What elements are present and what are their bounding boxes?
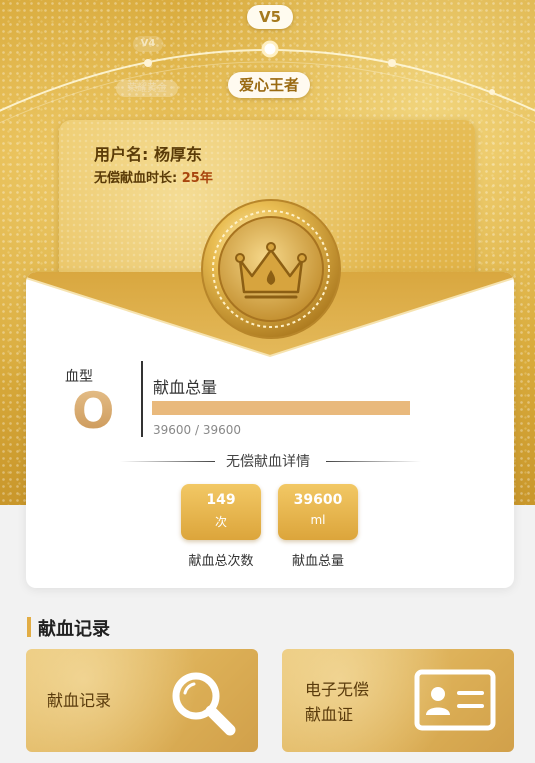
e-certificate-label: 电子无偿 献血证 bbox=[305, 677, 369, 727]
heading-line-right bbox=[326, 461, 421, 462]
level-badge-previous[interactable]: V4 bbox=[133, 36, 163, 52]
progress-fill bbox=[152, 401, 410, 415]
username: 用户名: 杨厚东 bbox=[94, 145, 202, 164]
level-title-current: 爱心王者 bbox=[228, 72, 310, 98]
donation-records-label: 献血记录 bbox=[47, 691, 112, 710]
donation-records-button[interactable]: 献血记录 bbox=[26, 649, 258, 752]
e-certificate-button[interactable]: 电子无偿 献血证 bbox=[282, 649, 514, 752]
level-dot-far bbox=[489, 89, 495, 95]
e-certificate-label-line1: 电子无偿 bbox=[305, 680, 370, 699]
level-title-previous: 荣耀黄金 bbox=[116, 80, 178, 97]
donation-years-label: 无偿献血时长: bbox=[94, 171, 178, 186]
progress-text: 39600 / 39600 bbox=[153, 423, 242, 437]
search-icon bbox=[172, 672, 236, 736]
total-volume-label: 献血总量 bbox=[153, 378, 218, 397]
section-accent-bar bbox=[27, 617, 31, 637]
total-volume-progress bbox=[152, 401, 410, 415]
crown-coin-icon bbox=[201, 199, 341, 339]
donation-years: 无偿献血时长: 25年 bbox=[94, 167, 213, 186]
level-badge-current[interactable]: V5 bbox=[247, 5, 293, 29]
id-card-icon bbox=[414, 669, 496, 731]
stat-count-badge: 149 次 bbox=[181, 484, 261, 540]
stat-volume-value: 39600 bbox=[293, 492, 343, 508]
stat-count-caption: 献血总次数 bbox=[188, 554, 254, 569]
stat-volume-caption: 献血总量 bbox=[291, 554, 344, 569]
records-section-title: 献血记录 bbox=[38, 619, 110, 640]
level-dot-v4 bbox=[144, 59, 152, 67]
e-certificate-label-line2: 献血证 bbox=[305, 705, 354, 724]
stat-count-unit: 次 bbox=[214, 515, 227, 529]
stat-count-value: 149 bbox=[206, 492, 236, 508]
vertical-divider bbox=[141, 361, 143, 437]
stat-volume-unit: ml bbox=[310, 513, 326, 527]
level-dot-v5 bbox=[261, 40, 279, 58]
blood-type-value: O bbox=[72, 382, 115, 440]
level-dot-next bbox=[388, 59, 396, 67]
donation-years-value: 25年 bbox=[181, 171, 213, 186]
stat-volume-badge: 39600 ml bbox=[278, 484, 358, 540]
